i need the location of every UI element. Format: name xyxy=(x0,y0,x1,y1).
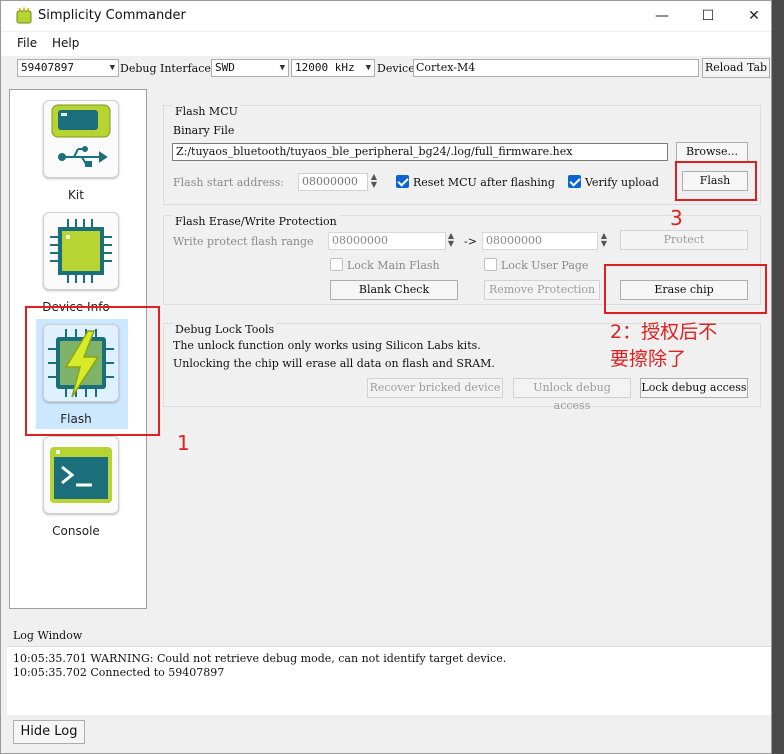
chevron-down-icon: ▼ xyxy=(109,63,115,73)
window-title: Simplicity Commander xyxy=(38,8,186,23)
annotation-box-erase-chip xyxy=(604,264,767,314)
flash-start-address-input[interactable]: 08000000 xyxy=(298,173,368,191)
flash-start-address-label: Flash start address: xyxy=(173,176,285,189)
range-start-input[interactable]: 08000000 xyxy=(328,232,446,250)
lock-debug-access-button[interactable]: Lock debug access xyxy=(640,378,748,398)
hide-log-button[interactable]: Hide Log xyxy=(13,720,85,744)
app-logo-icon xyxy=(15,7,33,25)
browse-button[interactable]: Browse... xyxy=(676,142,748,162)
binary-file-label: Binary File xyxy=(173,124,235,137)
minimize-button[interactable]: — xyxy=(639,1,685,31)
verify-upload-label: Verify upload xyxy=(585,176,659,189)
debug-lock-info-line1: The unlock function only works using Sil… xyxy=(173,339,481,352)
title-bar: Simplicity Commander — ☐ ✕ xyxy=(1,1,771,31)
flash-mcu-group: Flash MCU Binary File Z:/tuyaos_bluetoot… xyxy=(163,105,761,205)
debug-interface-select[interactable]: SWD ▼ xyxy=(211,59,289,77)
app-window: Simplicity Commander — ☐ ✕ File Help 594… xyxy=(0,0,772,754)
background-window-edge xyxy=(772,0,784,754)
erase-protect-title: Flash Erase/Write Protection xyxy=(173,215,339,228)
annotation-step-1: 1 xyxy=(177,431,190,455)
reload-tab-button[interactable]: Reload Tab xyxy=(702,58,770,78)
range-end-spinner-icon[interactable]: ▲ ▼ xyxy=(598,232,610,250)
debug-lock-title: Debug Lock Tools xyxy=(173,323,277,336)
device-label: Device xyxy=(377,62,415,75)
chip-icon xyxy=(43,212,119,290)
write-protect-label: Write protect flash range xyxy=(173,235,314,248)
device-serial-select[interactable]: 59407897 ▼ xyxy=(17,59,119,77)
range-start-spinner-icon[interactable]: ▲ ▼ xyxy=(445,232,457,250)
blank-check-button[interactable]: Blank Check xyxy=(330,280,458,300)
close-button[interactable]: ✕ xyxy=(731,1,771,31)
nav-label-kit: Kit xyxy=(68,188,84,202)
range-arrow: -> xyxy=(464,235,477,248)
speed-select[interactable]: 12000 kHz ▼ xyxy=(291,59,375,77)
binary-file-path-input[interactable]: Z:/tuyaos_bluetooth/tuyaos_ble_periphera… xyxy=(172,143,668,161)
remove-protection-button[interactable]: Remove Protection xyxy=(484,280,600,300)
annotation-box-flash-button xyxy=(675,161,757,201)
log-window-title: Log Window xyxy=(13,629,83,642)
menu-file[interactable]: File xyxy=(17,36,37,50)
nav-label-console: Console xyxy=(52,524,100,538)
log-line: 10:05:35.702 Connected to 59407897 xyxy=(13,666,225,679)
annotation-box-flash-nav xyxy=(25,306,160,436)
unlock-debug-access-button[interactable]: Unlock debug access xyxy=(513,378,631,412)
lock-user-page-checkbox[interactable] xyxy=(484,258,497,271)
reset-mcu-label: Reset MCU after flashing xyxy=(413,176,555,189)
debug-interface-label: Debug Interface xyxy=(120,62,211,75)
flash-mcu-title: Flash MCU xyxy=(173,105,240,118)
debug-lock-info-line2: Unlocking the chip will erase all data o… xyxy=(173,357,495,370)
verify-upload-checkbox[interactable] xyxy=(568,175,581,188)
device-toolbar: 59407897 ▼ Debug Interface SWD ▼ 12000 k… xyxy=(1,56,771,82)
lock-main-flash-checkbox[interactable] xyxy=(330,258,343,271)
console-icon xyxy=(43,436,119,514)
maximize-button[interactable]: ☐ xyxy=(685,1,731,31)
chevron-down-icon: ▼ xyxy=(279,63,285,73)
chevron-down-icon: ▼ xyxy=(365,63,371,73)
usb-kit-icon xyxy=(43,100,119,178)
protect-button[interactable]: Protect xyxy=(620,230,748,250)
address-spinner-icon[interactable]: ▲ ▼ xyxy=(368,173,380,191)
range-end-input[interactable]: 08000000 xyxy=(482,232,598,250)
device-field[interactable]: Cortex-M4 xyxy=(413,59,699,77)
reset-mcu-checkbox[interactable] xyxy=(396,175,409,188)
recover-bricked-device-button[interactable]: Recover bricked device xyxy=(367,378,503,398)
menu-help[interactable]: Help xyxy=(52,36,79,50)
debug-interface-value: SWD xyxy=(215,61,235,74)
log-window[interactable]: 10:05:35.701 WARNING: Could not retrieve… xyxy=(7,646,771,715)
annotation-step-3: 3 xyxy=(670,206,683,230)
annotation-step-2-line1: 2：授权后不 xyxy=(610,321,718,343)
annotation-step-2-line2: 要擦除了 xyxy=(610,348,687,370)
nav-item-kit[interactable]: Kit xyxy=(26,100,126,210)
device-serial-value: 59407897 xyxy=(21,61,74,74)
lock-main-flash-label: Lock Main Flash xyxy=(347,259,440,272)
menu-bar: File Help xyxy=(1,32,771,56)
lock-user-page-label: Lock User Page xyxy=(501,259,589,272)
log-line: 10:05:35.701 WARNING: Could not retrieve… xyxy=(13,652,507,665)
speed-value: 12000 kHz xyxy=(295,61,355,74)
nav-item-console[interactable]: Console xyxy=(26,436,126,546)
